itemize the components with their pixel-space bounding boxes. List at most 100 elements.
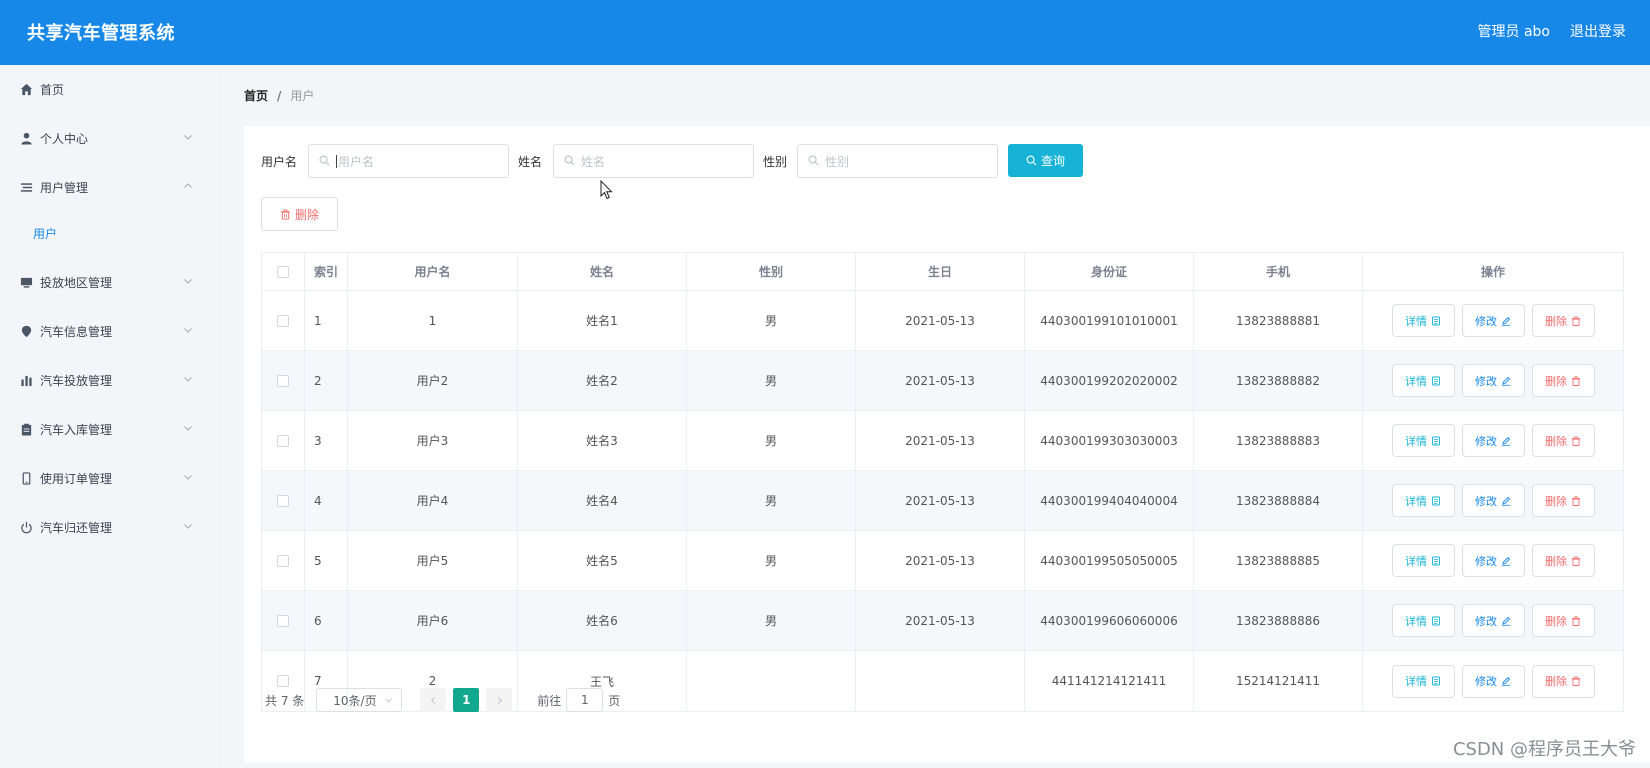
row-checkbox[interactable]: [277, 494, 289, 507]
row-checkbox[interactable]: [277, 675, 289, 687]
detail-button[interactable]: 详情: [1391, 424, 1455, 457]
detail-button[interactable]: 详情: [1391, 364, 1455, 397]
birthday-cell: 2021-05-13: [856, 291, 1025, 350]
column-header: 性别: [687, 253, 856, 290]
index-cell: 2: [305, 351, 348, 410]
sidebar-item-home[interactable]: 首页: [0, 70, 222, 108]
batch-delete-button[interactable]: 删除: [261, 197, 338, 231]
admin-user-label[interactable]: 管理员 abo: [1478, 21, 1550, 41]
select-all-checkbox[interactable]: [277, 265, 289, 278]
next-page-button[interactable]: [486, 688, 513, 712]
edit-button[interactable]: 修改: [1461, 484, 1525, 517]
goto-page-input[interactable]: 1: [566, 688, 604, 712]
chevron-down-icon: [184, 475, 192, 480]
prev-page-button[interactable]: [420, 688, 447, 712]
detail-button[interactable]: 详情: [1391, 484, 1455, 517]
birthday-cell: 2021-05-13: [856, 471, 1025, 530]
edit-button[interactable]: 修改: [1461, 544, 1525, 577]
detail-button[interactable]: 详情: [1391, 304, 1455, 337]
delete-button[interactable]: 删除: [1531, 364, 1595, 397]
column-header: 姓名: [518, 253, 687, 290]
edit-icon: [1501, 556, 1511, 566]
table-row: 5 用户5 姓名5 男 2021-05-13 440300199505050005 1382…: [262, 531, 1623, 591]
sidebar-item-personal-center[interactable]: 个人中心: [0, 119, 222, 157]
sidebar-item-order-management[interactable]: 使用订单管理: [0, 459, 222, 497]
detail-button-label: 详情: [1405, 554, 1427, 568]
phone-cell: 13823888882: [1194, 351, 1363, 410]
search-icon: [1026, 155, 1037, 166]
delete-button-label: 删除: [1545, 494, 1567, 508]
user-table: 索引 用户名 姓名 性别 生日 身份证 手机 操作 1 1 姓名1 男 2021-05-…: [261, 252, 1624, 712]
bar-chart-icon: [19, 373, 33, 387]
sidebar-item-car-return[interactable]: 汽车归还管理: [0, 508, 222, 546]
delete-button[interactable]: 删除: [1531, 544, 1595, 577]
sidebar-item-car-storage[interactable]: 汽车入库管理: [0, 410, 222, 448]
search-icon: [319, 155, 331, 167]
edit-button-label: 修改: [1475, 614, 1497, 628]
edit-button[interactable]: 修改: [1461, 664, 1525, 698]
gender-cell: 男: [687, 471, 856, 530]
sidebar-item-label: 汽车投放管理: [40, 373, 113, 388]
sidebar-item-region-management[interactable]: 投放地区管理: [0, 263, 222, 301]
chevron-down-icon: [184, 279, 192, 284]
delete-button[interactable]: 删除: [1531, 664, 1595, 698]
delete-button[interactable]: 删除: [1531, 424, 1595, 457]
row-checkbox[interactable]: [277, 314, 289, 327]
row-actions-cell: 详情 修改 删除: [1363, 411, 1623, 470]
id-card-cell: 440300199202020002: [1025, 351, 1194, 410]
username-cell: 用户3: [348, 411, 518, 470]
page-size-select[interactable]: 10条/页: [316, 688, 403, 712]
sidebar-subitem-user[interactable]: 用户: [0, 216, 222, 250]
trash-icon: [1571, 315, 1581, 326]
edit-button[interactable]: 修改: [1461, 304, 1525, 337]
breadcrumb-home[interactable]: 首页: [244, 87, 268, 104]
row-checkbox[interactable]: [277, 614, 289, 627]
query-button[interactable]: 查询: [1008, 144, 1083, 177]
sidebar-item-label: 投放地区管理: [40, 275, 113, 290]
document-icon: [1431, 436, 1441, 446]
edit-button-label: 修改: [1475, 314, 1497, 328]
edit-button[interactable]: 修改: [1461, 424, 1525, 457]
username-label: 用户名: [261, 155, 298, 169]
phone-cell: 13823888881: [1194, 291, 1363, 350]
chevron-down-icon: [385, 698, 393, 703]
phone-cell: 13823888885: [1194, 531, 1363, 590]
trash-icon: [1571, 375, 1581, 386]
edit-button[interactable]: 修改: [1461, 604, 1525, 637]
sidebar: 首页 个人中心 用户管理 用户 投放地区管理 汽车信息管理 汽车投放管理 汽车入…: [0, 65, 222, 768]
logout-link[interactable]: 退出登录: [1570, 21, 1626, 41]
sidebar-item-user-management[interactable]: 用户管理: [0, 168, 222, 206]
name-search-input[interactable]: 姓名: [553, 144, 754, 178]
edit-icon: [1501, 496, 1511, 506]
breadcrumb-current: 用户: [290, 89, 315, 103]
detail-button-label: 详情: [1405, 314, 1427, 328]
column-header: 用户名: [348, 253, 518, 290]
delete-button[interactable]: 删除: [1531, 604, 1595, 637]
document-icon: [1431, 556, 1441, 566]
location-pin-icon: [19, 324, 33, 338]
row-checkbox[interactable]: [277, 374, 289, 387]
birthday-cell: [856, 651, 1025, 711]
trash-icon: [1571, 495, 1581, 506]
username-cell: 1: [348, 291, 518, 350]
delete-button[interactable]: 删除: [1531, 304, 1595, 337]
sidebar-item-car-info[interactable]: 汽车信息管理: [0, 312, 222, 350]
edit-button[interactable]: 修改: [1461, 364, 1525, 397]
query-button-label: 查询: [1040, 154, 1065, 168]
sidebar-item-car-deployment[interactable]: 汽车投放管理: [0, 361, 222, 399]
trash-icon: [1571, 615, 1581, 626]
row-checkbox[interactable]: [277, 554, 289, 567]
gender-search-input[interactable]: 性别: [797, 144, 998, 178]
page-number-current[interactable]: 1: [453, 688, 480, 712]
row-checkbox-cell: [262, 471, 305, 530]
username-search-input[interactable]: 用户名: [308, 144, 509, 178]
detail-button[interactable]: 详情: [1391, 544, 1455, 577]
detail-button[interactable]: 详情: [1391, 604, 1455, 637]
row-checkbox[interactable]: [277, 434, 289, 447]
phone-cell: 13823888883: [1194, 411, 1363, 470]
name-cell: 姓名6: [518, 591, 687, 650]
detail-button[interactable]: 详情: [1391, 664, 1455, 698]
name-cell: 姓名3: [518, 411, 687, 470]
delete-button[interactable]: 删除: [1531, 484, 1595, 517]
row-checkbox-cell: [262, 591, 305, 650]
